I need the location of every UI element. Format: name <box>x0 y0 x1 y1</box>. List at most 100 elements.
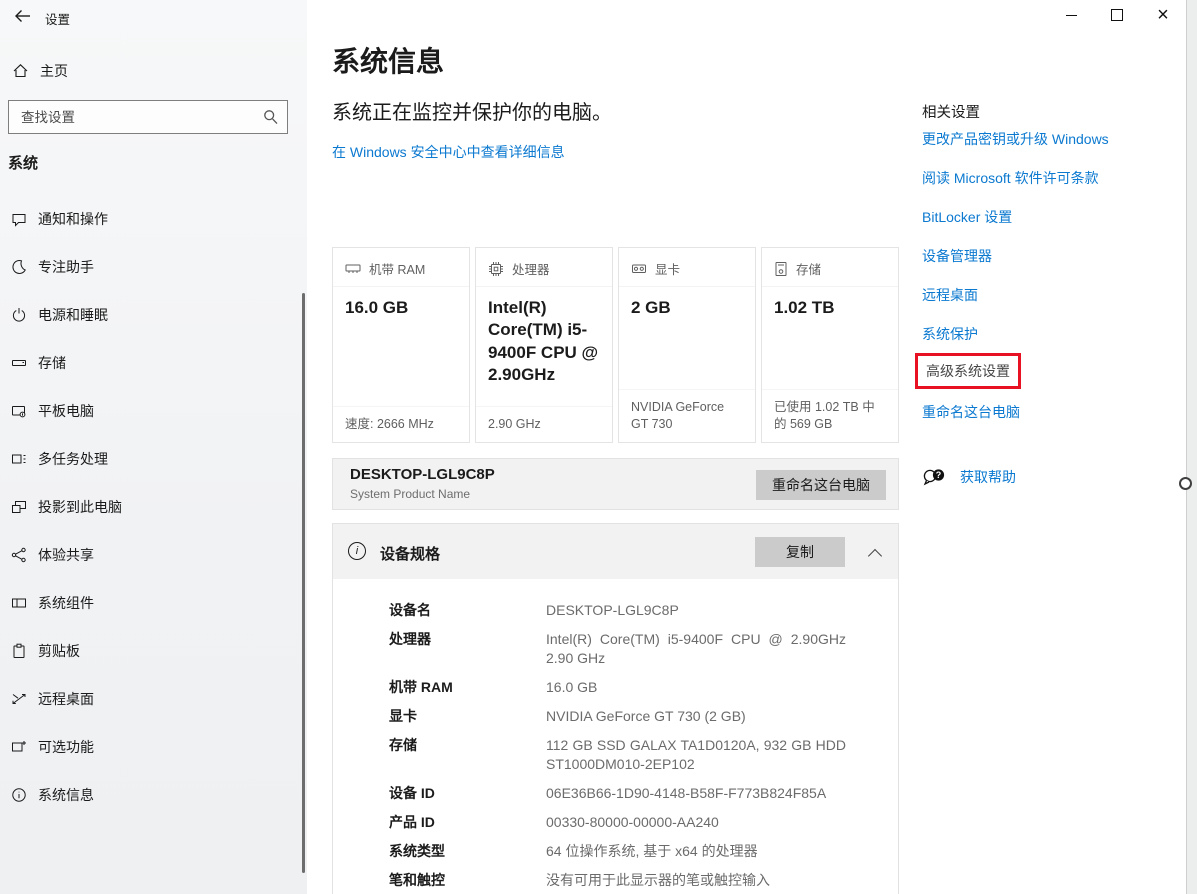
back-button[interactable] <box>13 8 35 26</box>
spec-row: 系统类型 64 位操作系统, 基于 x64 的处理器 <box>389 842 898 861</box>
sidebar-item-label: 体验共享 <box>38 545 94 565</box>
card-footer: 2.90 GHz <box>476 406 612 442</box>
ram-card: 机带 RAM 16.0 GB 速度: 2666 MHz <box>332 247 470 443</box>
spec-cards: 机带 RAM 16.0 GB 速度: 2666 MHz 处理器 Intel(R)… <box>332 247 899 443</box>
power-sleep-icon <box>10 307 28 323</box>
gpu-icon <box>631 262 647 276</box>
scroll-indicator-circle <box>1179 477 1192 490</box>
focus-assist-icon <box>10 259 28 275</box>
spec-row: 设备名 DESKTOP-LGL9C8P <box>389 601 898 620</box>
spec-row: 设备 ID 06E36B66-1D90-4148-B58F-F773B824F8… <box>389 784 898 803</box>
sidebar-item-label: 通知和操作 <box>38 209 108 229</box>
spec-row: 处理器 Intel(R) Core(TM) i5-9400F CPU @ 2.9… <box>389 630 898 668</box>
get-help-label: 获取帮助 <box>960 467 1016 487</box>
specs-title: 设备规格 <box>380 543 440 564</box>
sidebar-item-label: 存储 <box>38 353 66 373</box>
sidebar-item-about[interactable]: 系统信息 <box>0 771 303 819</box>
clipboard-icon <box>10 643 28 659</box>
sidebar-item-remote-desktop[interactable]: 远程桌面 <box>0 675 303 723</box>
search-input[interactable] <box>9 101 287 133</box>
sidebar-item-optional-features[interactable]: 可选功能 <box>0 723 303 771</box>
minimize-icon <box>1066 15 1077 16</box>
card-footer: 速度: 2666 MHz <box>333 406 469 442</box>
sidebar-scrollbar[interactable] <box>302 293 305 873</box>
sidebar-item-multitasking[interactable]: 多任务处理 <box>0 435 303 483</box>
window-scrollbar[interactable] <box>1186 0 1197 894</box>
maximize-icon <box>1111 9 1123 21</box>
sidebar-item-tablet[interactable]: 平板电脑 <box>0 387 303 435</box>
sidebar-item-notifications[interactable]: 通知和操作 <box>0 195 303 243</box>
close-button[interactable]: × <box>1140 0 1186 30</box>
sidebar-item-label: 平板电脑 <box>38 401 94 421</box>
card-label: 处理器 <box>512 259 550 278</box>
card-label: 机带 RAM <box>369 259 425 278</box>
sidebar-nav: 通知和操作 专注助手 电源和睡眠 存储 平板电脑 多任务处理 <box>0 195 303 819</box>
storage-icon <box>10 355 28 371</box>
svg-text:?: ? <box>936 470 942 480</box>
license-terms-link[interactable]: 阅读 Microsoft 软件许可条款 <box>922 168 1099 188</box>
spec-row: 产品 ID 00330-80000-00000-AA240 <box>389 813 898 832</box>
tablet-icon <box>10 403 28 419</box>
change-product-key-link[interactable]: 更改产品密钥或升级 Windows <box>922 129 1109 149</box>
page-subtitle: 系统正在监控并保护你的电脑。 <box>332 96 612 125</box>
copy-button[interactable]: 复制 <box>755 537 845 567</box>
device-name: DESKTOP-LGL9C8P <box>350 466 495 483</box>
card-value: 16.0 GB <box>333 287 469 319</box>
sidebar-item-label: 可选功能 <box>38 737 94 757</box>
sidebar-item-label: 投影到此电脑 <box>38 497 122 517</box>
shared-experiences-icon <box>10 547 28 563</box>
storage-card: 存储 1.02 TB 已使用 1.02 TB 中的 569 GB <box>761 247 899 443</box>
device-manager-link[interactable]: 设备管理器 <box>922 246 992 266</box>
rename-pc-button[interactable]: 重命名这台电脑 <box>756 470 886 500</box>
sidebar-item-storage[interactable]: 存储 <box>0 339 303 387</box>
chevron-up-icon[interactable] <box>868 549 882 563</box>
spec-row: 机带 RAM 16.0 GB <box>389 678 898 697</box>
sidebar: 主页 系统 通知和操作 专注助手 电源和睡眠 存储 <box>0 0 307 894</box>
sidebar-item-home[interactable]: 主页 <box>12 61 68 81</box>
specs-table: 设备名 DESKTOP-LGL9C8P 处理器 Intel(R) Core(TM… <box>333 579 898 890</box>
windows-security-link[interactable]: 在 Windows 安全中心中查看详细信息 <box>332 142 565 162</box>
info-icon: i <box>348 542 366 560</box>
optional-features-icon <box>10 739 28 755</box>
rename-pc-link[interactable]: 重命名这台电脑 <box>922 402 1020 422</box>
maximize-button[interactable] <box>1094 0 1140 30</box>
cpu-card: 处理器 Intel(R) Core(TM) i5-9400F CPU @ 2.9… <box>475 247 613 443</box>
card-label: 显卡 <box>655 259 680 278</box>
get-help-link[interactable]: ? 获取帮助 <box>922 467 1016 487</box>
sidebar-item-label: 远程桌面 <box>38 689 94 709</box>
sidebar-item-projecting[interactable]: 投影到此电脑 <box>0 483 303 531</box>
sidebar-item-power-sleep[interactable]: 电源和睡眠 <box>0 291 303 339</box>
bitlocker-link[interactable]: BitLocker 设置 <box>922 207 1012 227</box>
remote-desktop-link[interactable]: 远程桌面 <box>922 285 978 305</box>
sidebar-item-clipboard[interactable]: 剪贴板 <box>0 627 303 675</box>
sidebar-item-shared-experiences[interactable]: 体验共享 <box>0 531 303 579</box>
projecting-icon <box>10 499 28 515</box>
settings-window: 主页 系统 通知和操作 专注助手 电源和睡眠 存储 <box>0 0 1197 894</box>
card-footer: NVIDIA GeForce GT 730 <box>619 389 755 442</box>
about-icon <box>10 787 28 803</box>
device-name-panel: DESKTOP-LGL9C8P System Product Name 重命名这… <box>332 458 899 510</box>
minimize-button[interactable] <box>1048 0 1094 30</box>
sidebar-item-system-components[interactable]: 系统组件 <box>0 579 303 627</box>
sidebar-item-label: 系统信息 <box>38 785 94 805</box>
spec-row: 存储 112 GB SSD GALAX TA1D0120A, 932 GB HD… <box>389 736 898 774</box>
card-value: 2 GB <box>619 287 755 319</box>
notifications-icon <box>10 211 28 227</box>
window-title: 设置 <box>45 9 70 28</box>
sidebar-item-focus-assist[interactable]: 专注助手 <box>0 243 303 291</box>
spec-row: 笔和触控 没有可用于此显示器的笔或触控输入 <box>389 871 898 890</box>
system-components-icon <box>10 595 28 611</box>
close-icon: × <box>1157 5 1169 25</box>
page-title: 系统信息 <box>332 40 444 80</box>
advanced-system-settings-link[interactable]: 高级系统设置 <box>915 353 1021 389</box>
search-box <box>8 100 288 134</box>
search-icon <box>263 109 279 126</box>
system-protection-link[interactable]: 系统保护 <box>922 324 978 344</box>
device-specs-header: i 设备规格 复制 <box>333 524 898 579</box>
device-specs-panel: i 设备规格 复制 设备名 DESKTOP-LGL9C8P 处理器 Intel(… <box>332 523 899 894</box>
device-product-name: System Product Name <box>350 487 470 501</box>
card-footer: 已使用 1.02 TB 中的 569 GB <box>762 389 898 442</box>
sidebar-item-label: 剪贴板 <box>38 641 80 661</box>
sidebar-item-label: 电源和睡眠 <box>38 305 108 325</box>
help-icon: ? <box>922 467 947 487</box>
